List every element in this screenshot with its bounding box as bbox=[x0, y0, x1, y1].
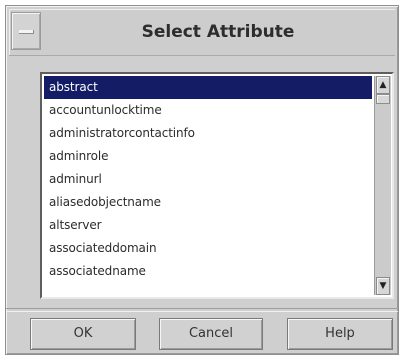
window-menu-icon bbox=[19, 30, 34, 34]
ok-button[interactable]: OK bbox=[30, 318, 136, 350]
attribute-list-item[interactable]: adminurl bbox=[44, 168, 372, 191]
window-menu-button[interactable] bbox=[11, 12, 41, 50]
attribute-list[interactable]: abstract accountunlocktime administratorco… bbox=[44, 76, 372, 295]
attribute-list-item[interactable]: aliasedobjectname bbox=[44, 191, 372, 214]
scroll-up-arrow-icon[interactable]: ▲ bbox=[376, 76, 390, 94]
scroll-down-arrow-icon[interactable]: ▼ bbox=[376, 277, 390, 295]
attribute-listbox[interactable]: abstract accountunlocktime administratorco… bbox=[40, 72, 394, 299]
dialog-title: Select Attribute bbox=[141, 22, 295, 42]
vertical-scrollbar[interactable]: ▲ ▼ bbox=[374, 76, 391, 295]
select-attribute-dialog: Select Attribute abstract accountunlockti… bbox=[5, 5, 399, 355]
attribute-list-item[interactable]: adminrole bbox=[44, 145, 372, 168]
attribute-list-item[interactable]: associatedname bbox=[44, 260, 372, 283]
attribute-list-item[interactable]: abstract bbox=[44, 76, 372, 99]
cancel-button[interactable]: Cancel bbox=[159, 318, 263, 350]
help-button[interactable]: Help bbox=[287, 318, 393, 350]
scroll-thumb[interactable] bbox=[376, 94, 390, 104]
attribute-list-item[interactable]: accountunlocktime bbox=[44, 99, 372, 122]
title-bar[interactable]: Select Attribute bbox=[9, 9, 395, 56]
attribute-list-item[interactable]: altserver bbox=[44, 214, 372, 237]
attribute-list-item[interactable]: associateddomain bbox=[44, 237, 372, 260]
attribute-list-item[interactable]: administratorcontactinfo bbox=[44, 122, 372, 145]
button-divider bbox=[6, 308, 398, 312]
